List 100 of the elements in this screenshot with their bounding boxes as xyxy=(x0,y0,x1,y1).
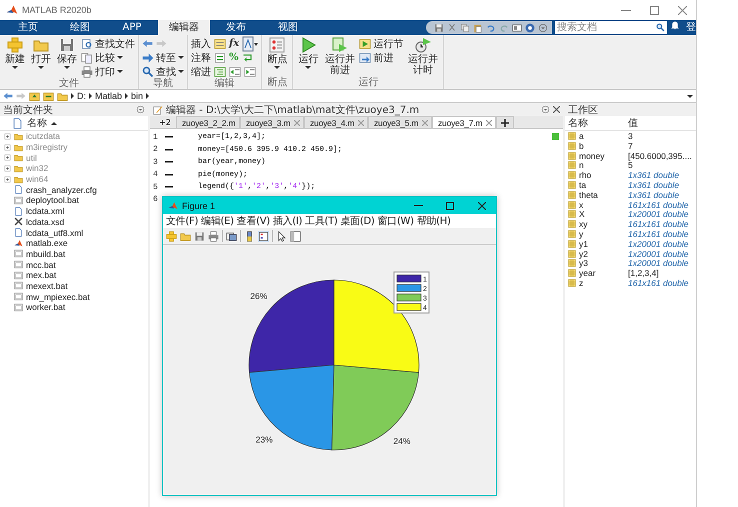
ribbon-small-button[interactable]: 运行节 xyxy=(359,37,404,50)
tab-overflow-button[interactable]: +2 xyxy=(154,116,176,128)
ribbon-symbol-button[interactable]: fx xyxy=(229,38,240,49)
close-icon[interactable] xyxy=(553,106,560,113)
ribbon-tab[interactable]: 编辑器 xyxy=(158,20,210,35)
comment-icon xyxy=(214,52,226,64)
toolbar-button[interactable] xyxy=(525,22,535,32)
file-name[interactable]: mex.bat xyxy=(26,270,56,280)
column-header[interactable]: 名称 xyxy=(568,116,628,130)
close-icon[interactable] xyxy=(486,120,492,126)
ribbon-button[interactable]: 打开 xyxy=(29,37,53,78)
ribbon-tab[interactable]: 绘图 xyxy=(54,20,106,35)
ribbon-button[interactable]: 运行并前进 xyxy=(322,37,358,77)
variable-name[interactable]: y3 xyxy=(579,258,588,268)
file-name[interactable]: mexext.bat xyxy=(26,280,68,291)
ribbon-row-label: 注释 xyxy=(191,52,211,64)
sign-in-link[interactable]: 登 xyxy=(686,20,696,35)
toolbar-button[interactable] xyxy=(258,230,269,242)
variable-value: 1x361 double xyxy=(628,190,680,200)
ribbon-tab[interactable]: 发布 xyxy=(210,20,262,35)
file-name[interactable]: icutzdata xyxy=(26,131,60,142)
menu-item[interactable]: 窗口(W) xyxy=(378,214,414,228)
browse-folder-icon xyxy=(43,90,54,102)
toolbar-button[interactable] xyxy=(290,230,301,242)
variable-name[interactable]: money xyxy=(579,150,605,161)
editor-tab[interactable]: zuoye3_7.m xyxy=(432,116,496,128)
ribbon-button[interactable]: 运行并计时 xyxy=(405,37,440,77)
file-name[interactable]: m3iregistry xyxy=(26,142,68,152)
file-name[interactable]: lcdata_utf8.xml xyxy=(26,228,84,238)
variable-name[interactable]: theta xyxy=(579,190,598,200)
variable-name[interactable]: z xyxy=(579,278,584,288)
ribbon-small-button[interactable]: 打印 xyxy=(81,65,135,78)
toolbar-button[interactable] xyxy=(512,22,522,32)
menu-item[interactable]: 查看(V) xyxy=(236,214,270,228)
editor-tab[interactable]: zuoye3_3.m xyxy=(240,116,304,128)
file-name[interactable]: win32 xyxy=(26,163,48,174)
batch-file-icon xyxy=(14,196,23,205)
menu-item[interactable]: 工具(T) xyxy=(305,214,338,228)
ribbon-small-button[interactable]: 转至 xyxy=(142,51,184,64)
menu-item[interactable]: 文件(F) xyxy=(166,214,198,228)
decrease-indent-icon xyxy=(229,66,241,78)
path-segment[interactable]: Matlab xyxy=(95,91,122,101)
caret-icon xyxy=(38,66,44,69)
add-tab-button[interactable] xyxy=(496,116,514,128)
column-header[interactable]: 名称 xyxy=(27,116,47,130)
ribbon-tab[interactable]: 视图 xyxy=(262,20,314,35)
variable-name[interactable]: ta xyxy=(579,180,586,190)
variable-name[interactable]: n xyxy=(579,160,584,170)
variable-name[interactable]: x xyxy=(579,200,584,210)
menu-item[interactable]: 插入(I) xyxy=(272,214,302,228)
back-arrow-icon xyxy=(142,38,153,49)
editor-tab[interactable]: zuoye3_2_2.m xyxy=(176,116,240,128)
editor-tab[interactable]: zuoye3_4.m xyxy=(304,116,368,128)
toolbar-button[interactable] xyxy=(276,230,287,242)
file-name[interactable]: mcc.bat xyxy=(26,260,56,270)
variable-name[interactable]: a xyxy=(579,131,584,141)
variable-name[interactable]: year xyxy=(579,268,596,278)
variable-value: 161x161 double xyxy=(628,278,690,288)
ribbon-small-button[interactable]: 查找 xyxy=(142,65,184,78)
menu-item[interactable]: 桌面(D) xyxy=(340,214,375,228)
file-name[interactable]: matlab.exe xyxy=(26,238,68,248)
file-name[interactable]: lcdata.xml xyxy=(26,206,64,216)
menu-item[interactable]: 帮助(H) xyxy=(416,214,451,228)
ribbon-small-button[interactable]: 前进 xyxy=(359,51,404,64)
ribbon-tab[interactable]: APP xyxy=(106,20,158,35)
ribbon-small-button[interactable]: 查找文件 xyxy=(81,37,135,50)
variable-name[interactable]: b xyxy=(579,140,584,151)
ribbon-button[interactable]: 新建 xyxy=(3,37,27,78)
variable-name[interactable]: y1 xyxy=(579,238,588,249)
path-segment[interactable]: bin xyxy=(131,91,144,101)
ribbon-button[interactable]: 断点 xyxy=(265,37,290,77)
variable-name[interactable]: y xyxy=(579,228,584,239)
file-name[interactable]: deploytool.bat xyxy=(26,195,79,206)
variable-name[interactable]: y2 xyxy=(579,248,588,259)
file-name[interactable]: mbuild.bat xyxy=(26,248,66,259)
file-name[interactable]: util xyxy=(26,152,37,163)
file-name[interactable]: crash_analyzer.cfg xyxy=(26,184,97,195)
copy-icon xyxy=(460,22,470,32)
variable-name[interactable]: rho xyxy=(579,170,592,180)
ribbon-button[interactable]: 运行 xyxy=(296,37,320,77)
ribbon-small-button[interactable]: 比较 xyxy=(81,51,135,64)
column-header[interactable]: 值 xyxy=(628,116,696,130)
file-name[interactable]: win64 xyxy=(26,174,48,184)
caret-icon xyxy=(687,94,693,98)
file-name[interactable]: mw_mpiexec.bat xyxy=(26,292,90,302)
editor-tab[interactable]: zuoye3_5.m xyxy=(368,116,432,128)
menu-item[interactable]: 编辑(E) xyxy=(201,214,234,228)
file-name[interactable]: worker.bat xyxy=(26,302,66,312)
line-number: 2 xyxy=(153,145,159,154)
ribbon-button[interactable]: 保存 xyxy=(55,37,79,78)
toolbar-button[interactable] xyxy=(226,230,237,242)
variable-name[interactable]: X xyxy=(579,209,585,220)
path-segment[interactable]: D: xyxy=(77,91,86,101)
toolbar-button[interactable] xyxy=(244,230,255,242)
save-icon xyxy=(434,22,444,32)
variable-name[interactable]: xy xyxy=(579,219,588,230)
section-icon xyxy=(214,38,226,50)
ribbon-tab[interactable]: 主页 xyxy=(2,20,54,35)
file-name[interactable]: lcdata.xsd xyxy=(26,216,64,227)
search-field[interactable]: 搜索文档 xyxy=(555,21,667,34)
